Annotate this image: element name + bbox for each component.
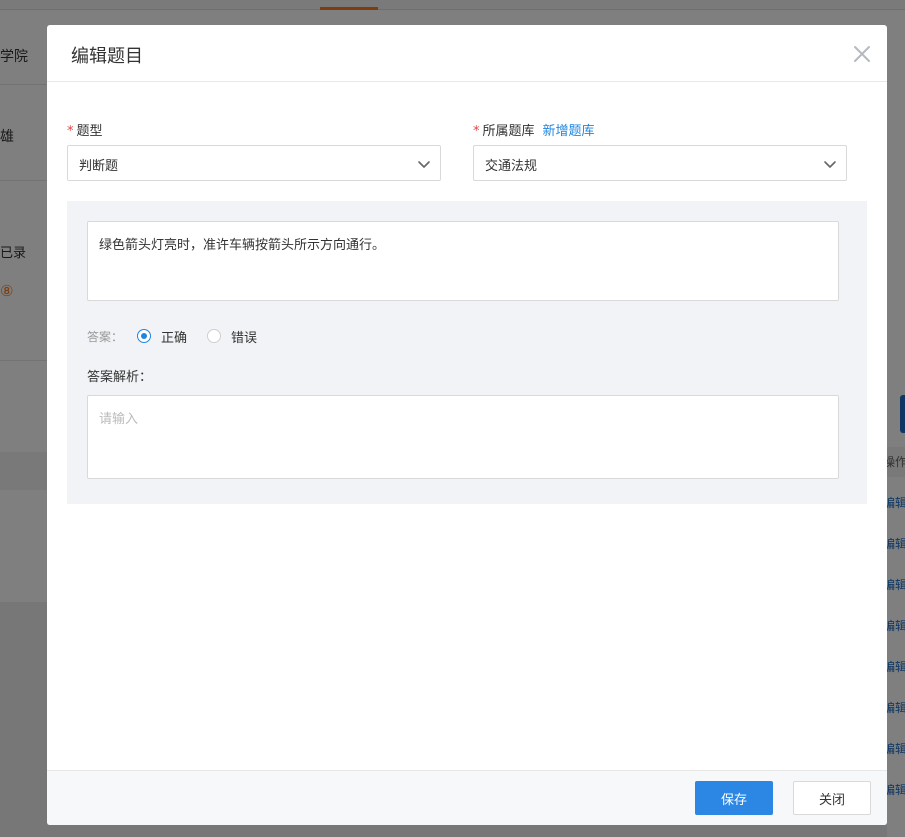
radio-unchecked-icon [207, 329, 222, 343]
required-mark: * [473, 124, 480, 139]
answer-analysis-input[interactable]: 请输入 [87, 395, 839, 479]
answer-analysis-label: 答案解析： [87, 370, 153, 385]
dialog-footer: 保存 关闭 [47, 770, 887, 825]
question-bank-label-text: 所属题库 [482, 124, 535, 139]
answer-row: 答案： 正确 错误 [87, 326, 277, 346]
add-question-bank-link[interactable]: 新增题库 [543, 124, 595, 139]
question-editor-panel: 绿色箭头灯亮时，准许车辆按箭头所示方向通行。 答案： 正确 错误 答案解析： 请… [67, 201, 867, 504]
answer-radio-correct[interactable]: 正确 [137, 327, 187, 346]
question-text-input[interactable]: 绿色箭头灯亮时，准许车辆按箭头所示方向通行。 [87, 221, 839, 301]
dialog-title: 编辑题目 [71, 46, 143, 67]
close-icon[interactable] [851, 43, 873, 65]
answer-option-label: 正确 [161, 330, 188, 346]
question-bank-select[interactable]: 交通法规 [473, 145, 847, 181]
question-type-select[interactable]: 判断题 [67, 145, 441, 181]
question-type-label-text: 题型 [76, 124, 103, 139]
question-bank-label: * 所属题库 新增题库 [473, 120, 595, 139]
chevron-down-icon [824, 161, 836, 168]
close-button[interactable]: 关闭 [793, 781, 871, 815]
save-button[interactable]: 保存 [695, 781, 773, 815]
question-type-label: * 题型 [67, 120, 103, 139]
question-bank-value: 交通法规 [485, 159, 538, 174]
edit-question-dialog: 编辑题目 * 题型 判断题 * 所属题库 新增题库 交通法规 绿色箭头灯亮时，准许车辆… [47, 25, 887, 825]
radio-checked-icon [137, 329, 152, 343]
answer-option-label: 错误 [231, 330, 258, 346]
question-type-value: 判断题 [79, 159, 119, 174]
dialog-header: 编辑题目 [47, 25, 887, 82]
required-mark: * [67, 124, 74, 139]
answer-label: 答案： [87, 329, 124, 344]
chevron-down-icon [418, 161, 430, 168]
answer-radio-wrong[interactable]: 错误 [207, 327, 257, 346]
